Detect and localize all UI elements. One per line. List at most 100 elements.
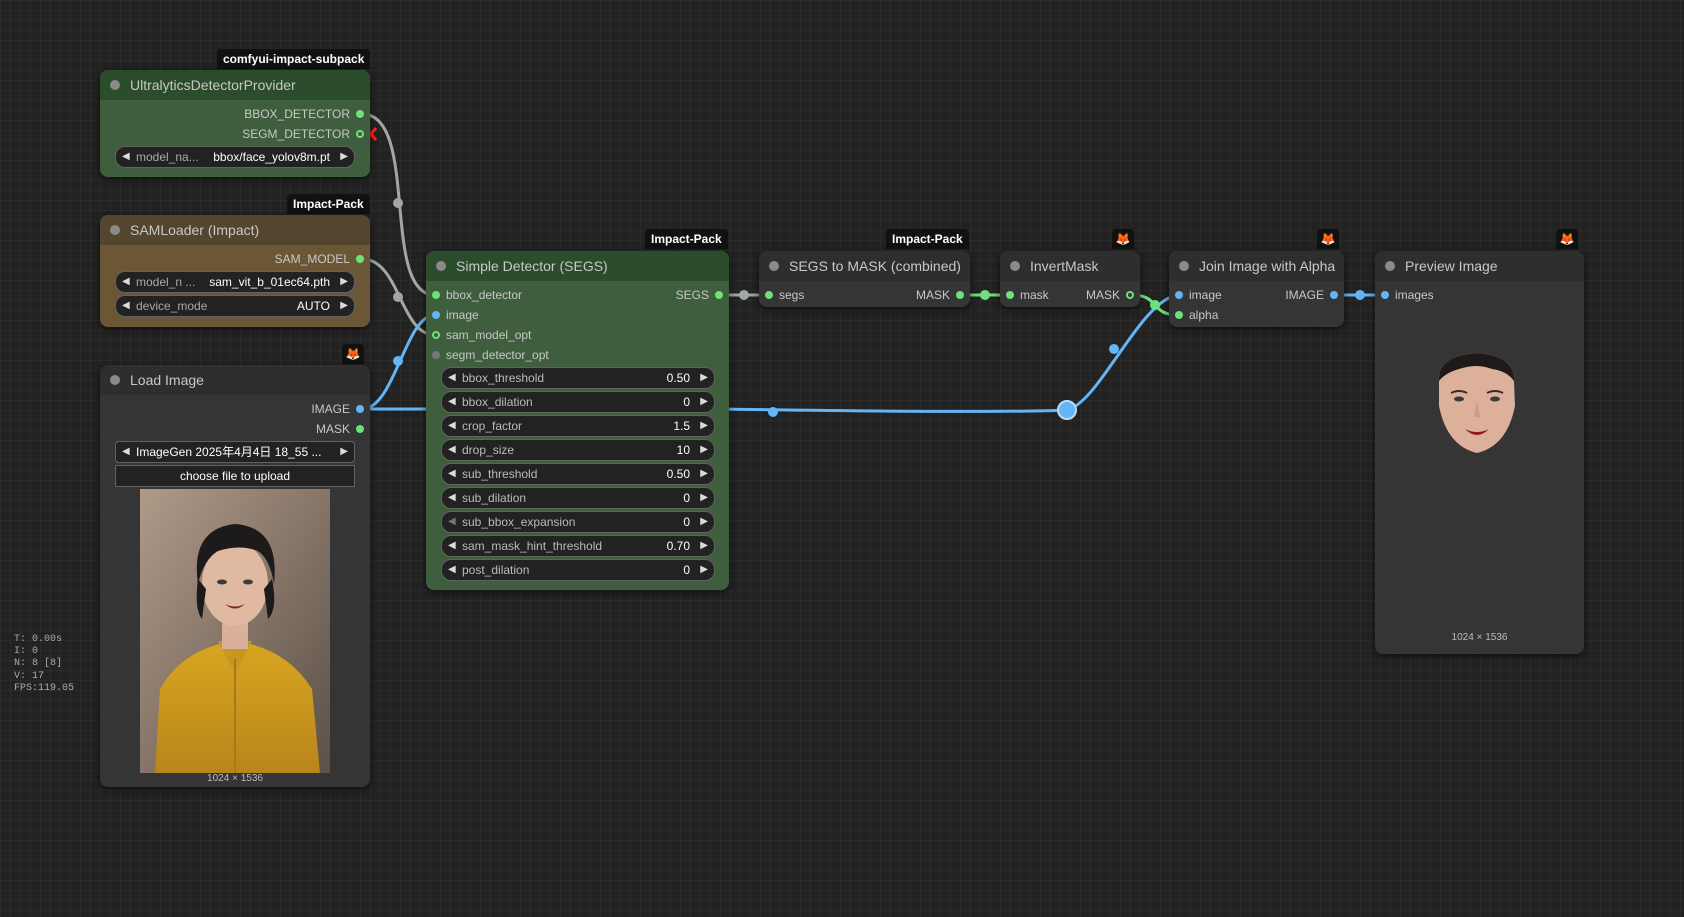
left-arrow-icon[interactable]: ◀ <box>122 272 130 292</box>
output-sam-model[interactable]: SAM_MODEL <box>275 250 370 268</box>
link-midpoint[interactable] <box>768 407 778 417</box>
port-dot-icon[interactable] <box>1175 291 1183 299</box>
image-select-widget[interactable]: ◀ ImageGen 2025年4月4日 18_55 ... ▶ <box>115 441 355 463</box>
port-dot-icon[interactable] <box>356 110 364 118</box>
port-dot-icon[interactable] <box>1330 291 1338 299</box>
right-arrow-icon[interactable]: ▶ <box>700 416 708 436</box>
upload-button[interactable]: choose file to upload <box>115 465 355 487</box>
link-midpoint[interactable] <box>393 198 403 208</box>
input-sam-model-opt[interactable]: sam_model_opt <box>426 326 531 344</box>
node-join-image-with-alpha[interactable]: Join Image with Alpha image IMAGE alpha <box>1169 251 1344 327</box>
input-segm-detector-opt[interactable]: segm_detector_opt <box>426 346 549 364</box>
right-arrow-icon[interactable]: ▶ <box>340 442 348 462</box>
collapse-dot-icon[interactable] <box>436 261 446 271</box>
device-mode-widget[interactable]: ◀ device_mode AUTO ▶ <box>115 295 355 317</box>
output-image[interactable]: IMAGE <box>1285 286 1344 304</box>
link-midpoint[interactable] <box>739 290 749 300</box>
input-image[interactable]: image <box>426 306 479 324</box>
port-dot-icon[interactable] <box>1381 291 1389 299</box>
right-arrow-icon[interactable]: ▶ <box>700 392 708 412</box>
node-load-image[interactable]: Load Image IMAGE MASK ◀ ImageGen 2025年4月… <box>100 365 370 787</box>
node-segs-to-mask[interactable]: SEGS to MASK (combined) segs MASK <box>759 251 970 307</box>
collapse-dot-icon[interactable] <box>110 225 120 235</box>
sub-threshold-widget[interactable]: ◀ sub_threshold 0.50 ▶ <box>441 463 715 485</box>
link-midpoint[interactable] <box>393 356 403 366</box>
node-title[interactable]: UltralyticsDetectorProvider <box>100 70 370 100</box>
port-dot-icon[interactable] <box>956 291 964 299</box>
sub-bbox-expansion-widget[interactable]: ◀ sub_bbox_expansion 0 ▶ <box>441 511 715 533</box>
port-dot-icon[interactable] <box>1175 311 1183 319</box>
input-alpha[interactable]: alpha <box>1169 306 1218 324</box>
sub-dilation-widget[interactable]: ◀ sub_dilation 0 ▶ <box>441 487 715 509</box>
port-dot-icon[interactable] <box>432 311 440 319</box>
left-arrow-icon[interactable]: ◀ <box>448 536 456 556</box>
input-image[interactable]: image <box>1169 286 1222 304</box>
node-preview-image[interactable]: Preview Image images 1024 × 1536 <box>1375 251 1584 654</box>
node-title[interactable]: Simple Detector (SEGS) <box>426 251 729 281</box>
bbox-threshold-widget[interactable]: ◀ bbox_threshold 0.50 ▶ <box>441 367 715 389</box>
collapse-dot-icon[interactable] <box>769 261 779 271</box>
left-arrow-icon[interactable]: ◀ <box>448 368 456 388</box>
link-image-detector[interactable] <box>361 313 436 411</box>
port-dot-icon[interactable] <box>356 425 364 433</box>
sam-mask-hint-threshold-widget[interactable]: ◀ sam_mask_hint_threshold 0.70 ▶ <box>441 535 715 557</box>
node-title[interactable]: SAMLoader (Impact) <box>100 215 370 245</box>
node-samloader[interactable]: SAMLoader (Impact) SAM_MODEL ◀ model_n .… <box>100 215 370 327</box>
left-arrow-icon[interactable]: ◀ <box>448 464 456 484</box>
input-bbox-detector[interactable]: bbox_detector <box>426 286 522 304</box>
collapse-dot-icon[interactable] <box>1179 261 1189 271</box>
bbox-dilation-widget[interactable]: ◀ bbox_dilation 0 ▶ <box>441 391 715 413</box>
port-dot-icon[interactable] <box>432 351 440 359</box>
output-image[interactable]: IMAGE <box>311 400 370 418</box>
port-dot-icon[interactable] <box>432 291 440 299</box>
link-bbox-detector[interactable] <box>361 112 436 297</box>
output-segm-detector[interactable]: SEGM_DETECTOR <box>242 125 370 143</box>
left-arrow-icon[interactable]: ◀ <box>448 512 456 532</box>
port-dot-icon[interactable] <box>432 331 440 339</box>
left-arrow-icon[interactable]: ◀ <box>448 440 456 460</box>
right-arrow-icon[interactable]: ▶ <box>700 368 708 388</box>
output-mask[interactable]: MASK <box>316 420 370 438</box>
left-arrow-icon[interactable]: ◀ <box>122 296 130 316</box>
link-sam-model[interactable] <box>361 257 436 337</box>
left-arrow-icon[interactable]: ◀ <box>122 442 130 462</box>
model-name-widget[interactable]: ◀ model_na... bbox/face_yolov8m.pt ▶ <box>115 146 355 168</box>
reroute-point[interactable] <box>1057 400 1077 420</box>
right-arrow-icon[interactable]: ▶ <box>700 512 708 532</box>
port-dot-icon[interactable] <box>715 291 723 299</box>
right-arrow-icon[interactable]: ▶ <box>340 147 348 167</box>
node-simple-detector[interactable]: Simple Detector (SEGS) bbox_detector SEG… <box>426 251 729 590</box>
port-dot-icon[interactable] <box>1126 291 1134 299</box>
left-arrow-icon[interactable]: ◀ <box>448 488 456 508</box>
port-dot-icon[interactable] <box>356 130 364 138</box>
right-arrow-icon[interactable]: ▶ <box>700 560 708 580</box>
node-title[interactable]: Join Image with Alpha <box>1169 251 1344 281</box>
port-dot-icon[interactable] <box>1006 291 1014 299</box>
right-arrow-icon[interactable]: ▶ <box>340 272 348 292</box>
node-ultralytics-detector-provider[interactable]: UltralyticsDetectorProvider BBOX_DETECTO… <box>100 70 370 177</box>
right-arrow-icon[interactable]: ▶ <box>340 296 348 316</box>
link-midpoint[interactable] <box>1109 344 1119 354</box>
output-segs[interactable]: SEGS <box>676 286 729 304</box>
right-arrow-icon[interactable]: ▶ <box>700 464 708 484</box>
port-dot-icon[interactable] <box>765 291 773 299</box>
node-invert-mask[interactable]: InvertMask mask MASK <box>1000 251 1140 307</box>
link-midpoint[interactable] <box>393 292 403 302</box>
node-title[interactable]: Load Image <box>100 365 370 395</box>
collapse-dot-icon[interactable] <box>1010 261 1020 271</box>
port-dot-icon[interactable] <box>356 255 364 263</box>
drop-size-widget[interactable]: ◀ drop_size 10 ▶ <box>441 439 715 461</box>
collapse-dot-icon[interactable] <box>110 375 120 385</box>
link-midpoint[interactable] <box>1355 290 1365 300</box>
node-title[interactable]: InvertMask <box>1000 251 1140 281</box>
node-title[interactable]: Preview Image <box>1375 251 1584 281</box>
port-dot-icon[interactable] <box>356 405 364 413</box>
model-name-widget[interactable]: ◀ model_n ... sam_vit_b_01ec64.pth ▶ <box>115 271 355 293</box>
post-dilation-widget[interactable]: ◀ post_dilation 0 ▶ <box>441 559 715 581</box>
right-arrow-icon[interactable]: ▶ <box>700 440 708 460</box>
link-midpoint[interactable] <box>1150 300 1160 310</box>
right-arrow-icon[interactable]: ▶ <box>700 536 708 556</box>
output-mask[interactable]: MASK <box>916 286 970 304</box>
left-arrow-icon[interactable]: ◀ <box>448 416 456 436</box>
output-bbox-detector[interactable]: BBOX_DETECTOR <box>244 105 370 123</box>
